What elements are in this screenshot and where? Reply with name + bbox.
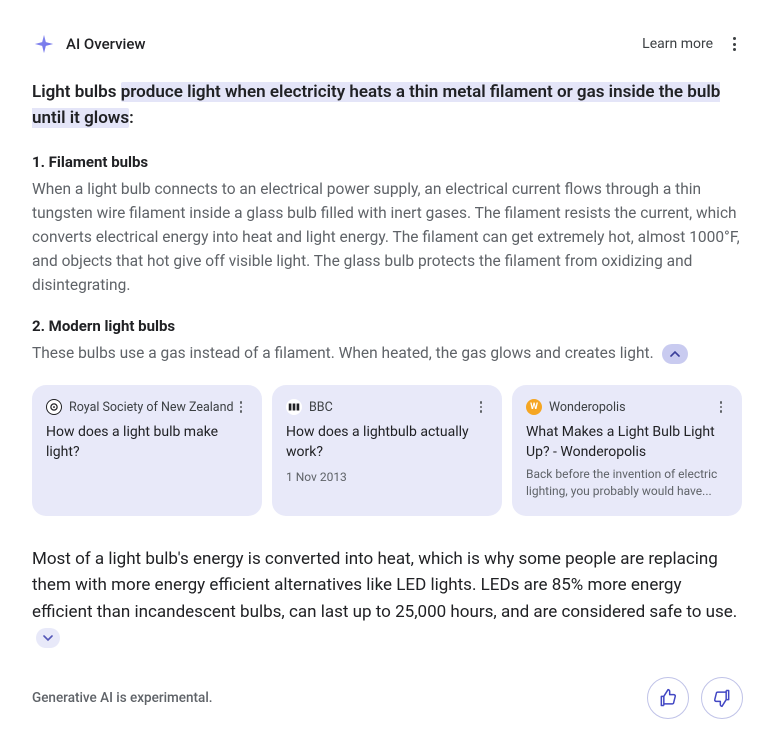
footer: Generative AI is experimental.: [32, 677, 743, 719]
source-name: BBC: [309, 400, 333, 415]
learn-more-link[interactable]: Learn more: [642, 36, 713, 52]
intro-highlight: produce light when electricity heats a t…: [32, 82, 720, 128]
collapse-button[interactable]: [662, 344, 688, 364]
favicon-icon: [286, 399, 302, 415]
paragraph-2-text: Most of a light bulb's energy is convert…: [32, 549, 737, 622]
section-2: 2. Modern light bulbs These bulbs use a …: [32, 317, 743, 365]
header: AI Overview Learn more: [32, 32, 743, 56]
card-header: Royal Society of New Zealand: [46, 399, 248, 415]
intro-prefix: Light bulbs: [32, 82, 121, 102]
card-date: 1 Nov 2013: [286, 470, 488, 484]
more-menu-icon[interactable]: [725, 35, 743, 53]
disclaimer: Generative AI is experimental.: [32, 690, 213, 706]
source-card[interactable]: W Wonderopolis What Makes a Light Bulb L…: [512, 385, 742, 516]
feedback-buttons: [647, 677, 743, 719]
section-body-text: These bulbs use a gas instead of a filam…: [32, 344, 654, 362]
header-left: AI Overview: [32, 32, 146, 56]
card-source: BBC: [286, 399, 333, 415]
intro-colon: :: [129, 108, 134, 128]
card-menu-icon[interactable]: [474, 400, 488, 414]
section-title: 2. Modern light bulbs: [32, 317, 743, 335]
card-menu-icon[interactable]: [234, 400, 248, 414]
section-1: 1. Filament bulbs When a light bulb conn…: [32, 153, 743, 297]
header-right: Learn more: [642, 35, 743, 53]
card-menu-icon[interactable]: [714, 400, 728, 414]
source-card[interactable]: BBC How does a lightbulb actually work? …: [272, 385, 502, 516]
card-header: BBC: [286, 399, 488, 415]
card-title: How does a light bulb make light?: [46, 423, 248, 462]
thumbs-down-button[interactable]: [701, 677, 743, 719]
section-body: These bulbs use a gas instead of a filam…: [32, 341, 743, 365]
section-title: 1. Filament bulbs: [32, 153, 743, 171]
source-cards: Royal Society of New Zealand How does a …: [32, 385, 743, 516]
card-header: W Wonderopolis: [526, 399, 728, 415]
card-title: What Makes a Light Bulb Light Up? - Wond…: [526, 423, 728, 462]
expand-button[interactable]: [36, 628, 60, 648]
ai-overview-panel: AI Overview Learn more Light bulbs produ…: [0, 0, 775, 743]
favicon-icon: W: [526, 399, 542, 415]
section-body: When a light bulb connects to an electri…: [32, 177, 743, 297]
header-title: AI Overview: [66, 35, 146, 53]
thumbs-up-button[interactable]: [647, 677, 689, 719]
card-snippet: Back before the invention of electric li…: [526, 466, 728, 500]
source-name: Wonderopolis: [549, 400, 626, 415]
intro-text: Light bulbs produce light when electrici…: [32, 80, 743, 131]
source-card[interactable]: Royal Society of New Zealand How does a …: [32, 385, 262, 516]
paragraph-2: Most of a light bulb's energy is convert…: [32, 546, 743, 651]
card-title: How does a lightbulb actually work?: [286, 423, 488, 462]
source-name: Royal Society of New Zealand: [69, 400, 234, 415]
favicon-icon: [46, 399, 62, 415]
sparkle-icon: [32, 32, 56, 56]
card-source: Royal Society of New Zealand: [46, 399, 234, 415]
card-source: W Wonderopolis: [526, 399, 626, 415]
